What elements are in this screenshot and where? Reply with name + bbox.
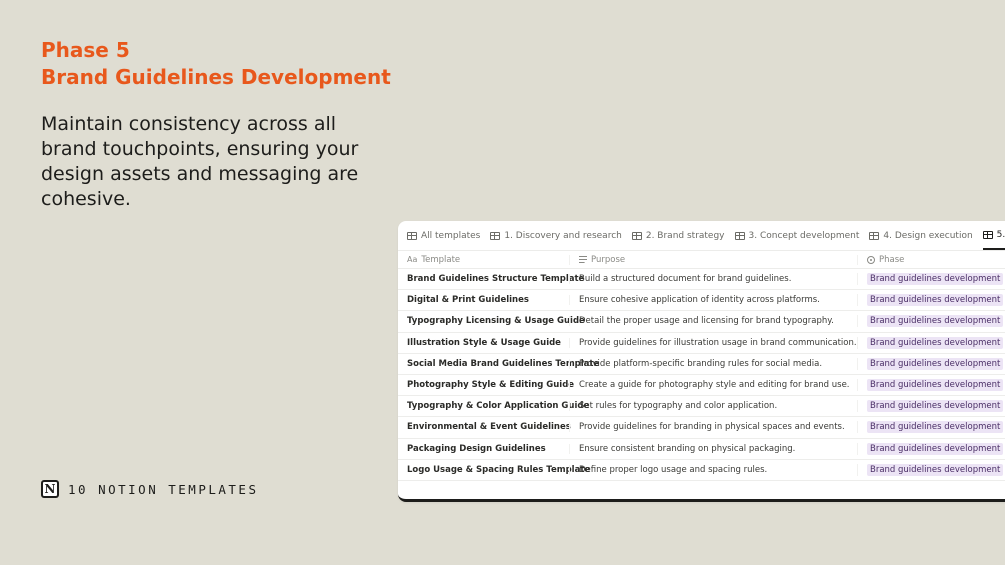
phase-cell: Brand guidelines development xyxy=(857,421,1005,434)
table-row[interactable]: Typography & Color Application Guide Set… xyxy=(398,396,1005,418)
column-label: Phase xyxy=(879,254,905,265)
purpose-cell: Provide guidelines for branding in physi… xyxy=(569,422,857,433)
table-icon xyxy=(631,231,642,240)
tab-label: 5. Brand guidelines xyxy=(996,229,1005,240)
table-icon xyxy=(869,231,880,240)
phase-badge: Brand guidelines development xyxy=(867,336,1004,349)
table-icon xyxy=(407,231,417,240)
tab-all-templates[interactable]: All templates xyxy=(407,221,480,250)
phase-badge: Brand guidelines development xyxy=(867,379,1004,392)
table-row[interactable]: Typography Licensing & Usage Guide Detai… xyxy=(398,311,1005,333)
purpose-cell: Build a structured document for brand gu… xyxy=(569,274,857,285)
template-cell[interactable]: Social Media Brand Guidelines Template xyxy=(398,359,599,369)
purpose-cell: Detail the proper usage and licensing fo… xyxy=(569,316,857,327)
table-row[interactable]: Environmental & Event Guidelines Provide… xyxy=(398,417,1005,439)
table-icon xyxy=(982,230,993,239)
phase-cell: Brand guidelines development xyxy=(857,273,1005,286)
database-panel: All templates 1. Discovery and research … xyxy=(398,221,1005,502)
table-row[interactable]: Digital & Print Guidelines Ensure cohesi… xyxy=(398,290,1005,312)
purpose-cell: Provide guidelines for illustration usag… xyxy=(569,337,857,348)
brand-footer: N 10 NOTION TEMPLATES xyxy=(41,480,259,498)
tab-label: 1. Discovery and research xyxy=(504,230,622,241)
purpose-cell: Ensure consistent branding on physical p… xyxy=(569,443,857,454)
tab-discovery-and-research[interactable]: 1. Discovery and research xyxy=(490,221,622,250)
template-cell[interactable]: Digital & Print Guidelines xyxy=(398,295,569,305)
tab-label: All templates xyxy=(421,230,481,241)
table-header: Aa Template Purpose Phase xyxy=(398,251,1005,269)
tab-label: 2. Brand strategy xyxy=(645,230,725,241)
table-row[interactable]: Logo Usage & Spacing Rules Template Defi… xyxy=(398,460,1005,481)
table-body: Brand Guidelines Structure Template Buil… xyxy=(398,269,1005,481)
template-cell[interactable]: Illustration Style & Usage Guide xyxy=(398,338,569,348)
notion-logo-icon: N xyxy=(41,480,59,498)
table-row[interactable]: Packaging Design Guidelines Ensure consi… xyxy=(398,439,1005,460)
phase-cell: Brand guidelines development xyxy=(857,294,1005,307)
phase-badge: Brand guidelines development xyxy=(867,273,1004,286)
template-cell[interactable]: Photography Style & Editing Guide xyxy=(398,380,574,390)
column-header-template[interactable]: Aa Template xyxy=(398,255,569,265)
tab-label: 4. Design execution xyxy=(883,230,973,241)
tab-label: 3. Concept development xyxy=(748,230,860,241)
table-icon xyxy=(734,231,745,240)
purpose-cell: Create a guide for photography style and… xyxy=(569,380,857,391)
purpose-cell: Ensure cohesive application of identity … xyxy=(569,295,857,306)
phase-badge: Brand guidelines development xyxy=(867,400,1004,413)
table-row[interactable]: Brand Guidelines Structure Template Buil… xyxy=(398,269,1005,291)
column-header-phase[interactable]: Phase xyxy=(857,254,1005,265)
phase-badge: Brand guidelines development xyxy=(867,357,1004,370)
phase-cell: Brand guidelines development xyxy=(857,336,1005,349)
view-tabs: All templates 1. Discovery and research … xyxy=(398,221,1005,251)
brand-text: 10 NOTION TEMPLATES xyxy=(68,481,259,497)
table-row[interactable]: Photography Style & Editing Guide Create… xyxy=(398,375,1005,397)
phase-badge: Brand guidelines development xyxy=(867,294,1004,307)
tab-design-execution[interactable]: 4. Design execution xyxy=(869,221,973,250)
phase-badge: Brand guidelines development xyxy=(867,421,1004,434)
purpose-cell: Provide platform-specific branding rules… xyxy=(569,358,857,369)
template-cell[interactable]: Packaging Design Guidelines xyxy=(398,444,569,454)
purpose-cell: Define proper logo usage and spacing rul… xyxy=(569,464,857,475)
phase-cell: Brand guidelines development xyxy=(857,400,1005,413)
template-cell[interactable]: Logo Usage & Spacing Rules Template xyxy=(398,465,590,475)
template-cell[interactable]: Typography & Color Application Guide xyxy=(398,401,589,411)
phase-number: Phase 5 xyxy=(41,38,130,62)
status-icon xyxy=(867,255,875,264)
phase-cell: Brand guidelines development xyxy=(857,315,1005,328)
column-header-purpose[interactable]: Purpose xyxy=(569,254,857,265)
tab-brand-guidelines[interactable]: 5. Brand guidelines xyxy=(982,221,1005,250)
phase-title: Brand Guidelines Development xyxy=(41,65,391,89)
phase-cell: Brand guidelines development xyxy=(857,379,1005,392)
purpose-cell: Set rules for typography and color appli… xyxy=(569,401,857,412)
tab-concept-development[interactable]: 3. Concept development xyxy=(734,221,860,250)
template-cell[interactable]: Brand Guidelines Structure Template xyxy=(398,274,584,284)
phase-badge: Brand guidelines development xyxy=(867,463,1004,476)
column-label: Template xyxy=(421,254,461,265)
table-icon xyxy=(490,231,501,240)
phase-badge: Brand guidelines development xyxy=(867,442,1004,455)
text-property-icon: Aa xyxy=(407,255,418,264)
phase-heading: Phase 5 Brand Guidelines Development xyxy=(41,37,391,91)
tab-brand-strategy[interactable]: 2. Brand strategy xyxy=(631,221,725,250)
phase-description: Maintain consistency across all brand to… xyxy=(41,113,359,210)
phase-cell: Brand guidelines development xyxy=(857,357,1005,370)
phase-badge: Brand guidelines development xyxy=(867,315,1004,328)
template-cell[interactable]: Typography Licensing & Usage Guide xyxy=(398,316,585,326)
table-row[interactable]: Illustration Style & Usage Guide Provide… xyxy=(398,333,1005,354)
phase-cell: Brand guidelines development xyxy=(857,442,1005,455)
column-label: Purpose xyxy=(591,254,626,265)
template-cell[interactable]: Environmental & Event Guidelines xyxy=(398,422,571,432)
phase-cell: Brand guidelines development xyxy=(857,463,1005,476)
table-row[interactable]: Social Media Brand Guidelines Template P… xyxy=(398,354,1005,375)
text-lines-icon xyxy=(579,256,587,263)
